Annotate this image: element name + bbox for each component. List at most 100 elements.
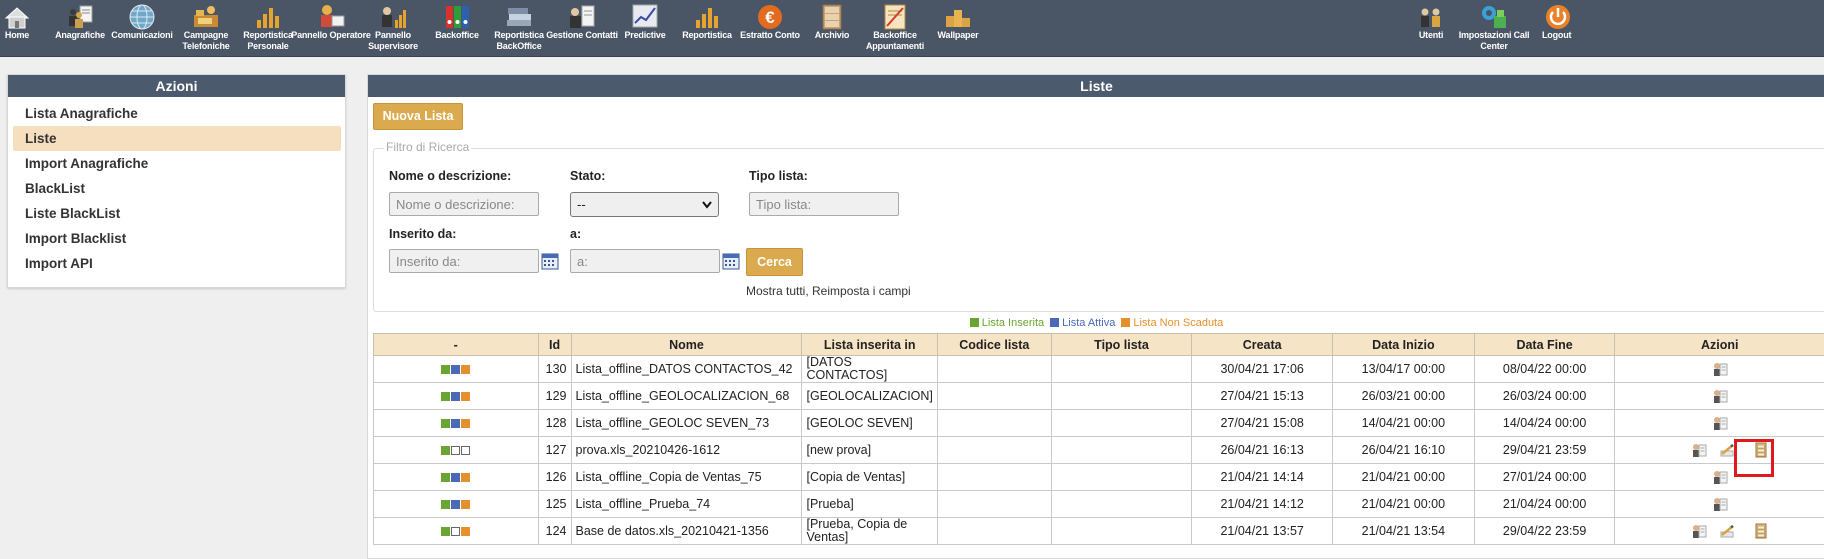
column-header[interactable]: Azioni [1615,334,1824,356]
cell-id: 129 [538,383,571,410]
table-row[interactable]: 124Base de datos.xls_20210421-1356[Prueb… [374,518,1824,545]
reset-links[interactable]: Mostra tutti, Reimposta i campi [746,284,911,298]
status-square [451,419,460,428]
state-select[interactable]: -- [570,192,719,217]
status-square [461,473,470,482]
table-row[interactable]: 125Lista_offline_Prueba_74[Prueba]21/04/… [374,491,1824,518]
nav-label: Logout [1534,30,1582,41]
cell-start-date: 13/04/17 00:00 [1333,356,1475,383]
cell-start-date: 21/04/21 13:54 [1333,518,1475,545]
column-header[interactable]: Id [538,334,571,356]
person-document-icon[interactable] [1712,469,1728,485]
column-header[interactable]: Data Fine [1474,334,1615,356]
cell-created: 27/04/21 15:13 [1192,383,1333,410]
status-square [461,527,470,536]
sidebar-item-liste[interactable]: Liste [13,126,341,151]
cell-created: 21/04/21 14:12 [1192,491,1333,518]
edit-pencil-icon[interactable] [1719,442,1735,458]
name-label: Nome o descrizione: [389,169,511,183]
settings-gears-icon [1479,2,1509,30]
person-document-icon[interactable] [1712,361,1728,377]
cell-list-type [1051,491,1192,518]
cell-id: 125 [538,491,571,518]
table-row[interactable]: 127prova.xls_20210426-1612[new prova] 26/… [374,437,1824,464]
cell-list-type [1051,356,1192,383]
sidebar-item-import-anagrafiche[interactable]: Import Anagrafiche [13,151,341,176]
person-document-icon[interactable] [1712,415,1728,431]
calendar-icon[interactable] [722,252,740,270]
state-label: Stato: [570,169,605,183]
legend-item: Lista Inserita [970,317,1044,329]
cell-id: 128 [538,410,571,437]
nav-item-logout[interactable]: Logout [1538,0,1578,56]
sidebar-item-import-blacklist[interactable]: Import Blacklist [13,226,341,251]
search-filter-fieldset: Filtro di Ricerca Nome o descrizione: St… [373,148,1824,312]
sidebar-item-blacklist[interactable]: BlackList [13,176,341,201]
sidebar-item-lista-anagrafiche[interactable]: Lista Anagrafiche [13,101,341,126]
person-document-icon[interactable] [1712,496,1728,512]
legend-swatch [1121,318,1130,327]
cell-start-date: 26/04/21 16:10 [1333,437,1475,464]
archive-cabinet-icon[interactable] [1753,523,1769,539]
table-row[interactable]: 126Lista_offline_Copia de Ventas_75[Copi… [374,464,1824,491]
new-list-button[interactable]: Nuova Lista [373,103,463,130]
cell-actions [1615,464,1824,491]
sidebar-item-liste-blacklist[interactable]: Liste BlackList [13,201,341,226]
table-row[interactable]: 129Lista_offline_GEOLOCALIZACION_68[GEOL… [374,383,1824,410]
person-document-icon[interactable] [1691,442,1707,458]
list-type-input[interactable] [749,192,899,216]
cabinet-icon [817,2,847,30]
legend-item: Lista Attiva [1050,317,1115,329]
edit-pencil-icon[interactable] [1719,523,1735,539]
cell-inserted-in: [new prova] [802,437,937,464]
cell-start-date: 21/04/21 00:00 [1333,491,1475,518]
column-header[interactable]: Tipo lista [1051,334,1192,356]
actions-panel: Azioni Lista AnagraficheListeImport Anag… [7,74,346,288]
cell-id: 126 [538,464,571,491]
person-document-icon[interactable] [1691,523,1707,539]
nav-label: Impostazioni Call Center [1451,30,1537,52]
column-header[interactable]: Codice lista [937,334,1051,356]
status-indicators [374,356,539,383]
lists-panel: Liste Nuova Lista Filtro di Ricerca Nome… [367,74,1824,559]
sidebar-item-import-api[interactable]: Import API [13,251,341,276]
status-square [451,473,460,482]
cell-name: Lista_offline_GEOLOCALIZACION_68 [571,383,802,410]
search-filter-legend: Filtro di Ricerca [384,140,471,154]
cell-end-date: 26/03/24 00:00 [1474,383,1615,410]
column-header[interactable]: Lista inserita in [802,334,937,356]
column-header[interactable]: Creata [1192,334,1333,356]
cell-list-code [937,383,1051,410]
cell-start-date: 26/03/21 00:00 [1333,383,1475,410]
cell-id: 127 [538,437,571,464]
column-header[interactable]: Data Inizio [1333,334,1475,356]
cell-inserted-in: [Prueba] [802,491,937,518]
name-input[interactable] [389,192,539,216]
cell-list-code [937,410,1051,437]
cell-list-code [937,464,1051,491]
column-header[interactable]: - [374,334,539,356]
status-square [451,527,460,536]
table-row[interactable]: 130Lista_offline_DATOS CONTACTOS_42[DATO… [374,356,1824,383]
table-row[interactable]: 128Lista_offline_GEOLOC SEVEN_73[GEOLOC … [374,410,1824,437]
search-button[interactable]: Cerca [746,248,803,276]
nav-item-wallpaper[interactable]: Wallpaper [918,0,998,56]
svg-text:€: € [765,8,775,27]
column-header[interactable]: Nome [571,334,802,356]
nav-label: Wallpaper [915,30,1001,41]
table-body: 130Lista_offline_DATOS CONTACTOS_42[DATO… [374,356,1824,545]
calendar-icon[interactable] [541,252,559,270]
status-indicators [374,410,539,437]
cell-actions [1615,491,1824,518]
person-document-icon[interactable] [1712,388,1728,404]
cell-name: prova.xls_20210426-1612 [571,437,802,464]
inserted-from-input[interactable] [389,249,539,273]
status-legend: Lista InseritaLista AttivaLista Non Scad… [368,317,1824,329]
nav-item-impostazioni-call-center[interactable]: Impostazioni Call Center [1454,0,1534,56]
actions-panel-title: Azioni [8,75,345,97]
status-square [441,500,450,509]
inserted-to-input[interactable] [570,249,720,273]
cell-inserted-in: [DATOS CONTACTOS] [802,356,937,383]
legend-swatch [970,318,979,327]
cell-start-date: 14/04/21 00:00 [1333,410,1475,437]
